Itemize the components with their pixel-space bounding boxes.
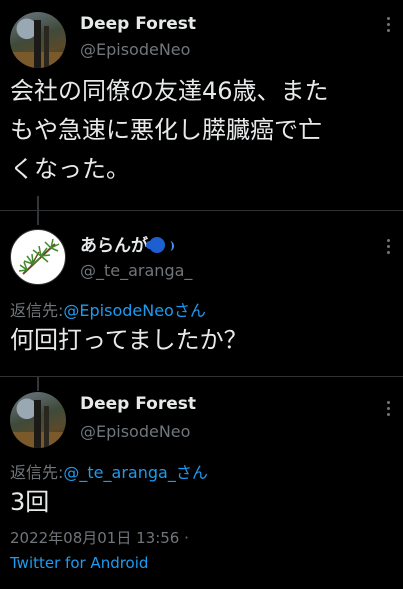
- user-handle[interactable]: @EpisodeNeo: [80, 40, 190, 59]
- tweet[interactable]: あらんが @_te_aranga_ 返信先:@EpisodeNeoさん 何回打っ…: [0, 211, 403, 376]
- thread-line: [37, 196, 39, 210]
- tweet-text: 何回打ってましたか？: [10, 326, 248, 354]
- reply-suffix: さん: [175, 463, 208, 482]
- tweet-text: 会社の同僚の友達46歳、また もや急速に悪化し膵臓癌で亡 くなった。: [10, 72, 329, 189]
- more-icon[interactable]: [387, 17, 391, 35]
- reply-to-link[interactable]: @_te_aranga_: [63, 463, 175, 482]
- avatar[interactable]: [10, 12, 66, 68]
- reply-prefix: 返信先:: [10, 301, 64, 320]
- more-icon[interactable]: [387, 401, 391, 419]
- tweet-source-link[interactable]: Twitter for Android: [10, 554, 148, 572]
- tweet-text-line: 会社の同僚の友達46歳、また: [10, 77, 329, 105]
- reply-to-link[interactable]: @EpisodeNeo: [63, 301, 173, 320]
- avatar[interactable]: [10, 392, 66, 448]
- display-name[interactable]: あらんが: [80, 231, 174, 256]
- tweet-text-line: もや急速に悪化し膵臓癌で亡: [10, 116, 322, 144]
- display-name[interactable]: Deep Forest: [80, 394, 196, 414]
- tweet-text: 3回: [10, 488, 50, 516]
- reply-context: 返信先:@_te_aranga_さん: [10, 459, 208, 483]
- more-icon[interactable]: [387, 239, 391, 257]
- display-name[interactable]: Deep Forest: [80, 14, 196, 34]
- tweet[interactable]: Deep Forest @EpisodeNeo 返信先:@_te_aranga_…: [0, 377, 403, 589]
- reply-suffix: さん: [173, 301, 206, 320]
- reply-prefix: 返信先:: [10, 463, 64, 482]
- tweet[interactable]: Deep Forest @EpisodeNeo 会社の同僚の友達46歳、また も…: [0, 0, 403, 196]
- thread-line: [37, 211, 39, 225]
- reply-context: 返信先:@EpisodeNeoさん: [10, 297, 206, 321]
- speaking-head-icon: [146, 237, 165, 253]
- avatar[interactable]: [10, 229, 66, 285]
- user-handle[interactable]: @_te_aranga_: [80, 261, 192, 280]
- user-handle[interactable]: @EpisodeNeo: [80, 422, 190, 441]
- tweet-timestamp[interactable]: 2022年08月01日 13:56 ·: [10, 527, 189, 548]
- tweet-text-line: くなった。: [10, 155, 130, 183]
- sound-wave-icon: [166, 241, 174, 251]
- display-name-text[interactable]: あらんが: [80, 236, 148, 256]
